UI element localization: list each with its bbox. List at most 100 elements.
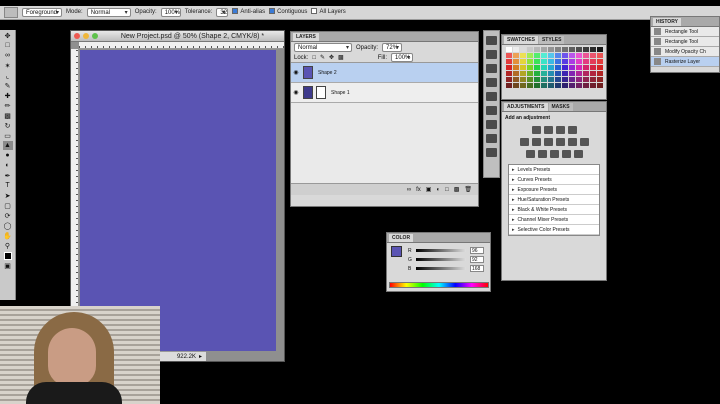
- history-state[interactable]: Modify Opacity Ch: [651, 47, 719, 57]
- color-swatch[interactable]: [569, 59, 575, 64]
- tab-layers[interactable]: LAYERS: [293, 33, 319, 41]
- layer-opacity-field[interactable]: 72%: [382, 43, 403, 52]
- lock-position-icon[interactable]: ✥: [329, 54, 334, 61]
- color-swatch[interactable]: [520, 47, 526, 52]
- color-swatch[interactable]: [534, 65, 540, 70]
- 3d-rotate-tool-icon[interactable]: ⟳: [3, 211, 13, 220]
- color-swatch[interactable]: [590, 83, 596, 88]
- color-swatch[interactable]: [555, 59, 561, 64]
- color-swatch[interactable]: [597, 59, 603, 64]
- layer-row-shape-1[interactable]: ◉ Shape 1: [291, 83, 478, 103]
- color-spectrum-bar[interactable]: [389, 282, 489, 288]
- color-swatch[interactable]: [569, 53, 575, 58]
- invert-icon[interactable]: [525, 150, 535, 158]
- color-swatch[interactable]: [534, 53, 540, 58]
- color-swatch[interactable]: [576, 59, 582, 64]
- shape-tool-icon[interactable]: ▢: [3, 201, 13, 210]
- paint-bucket-icon[interactable]: [4, 7, 18, 18]
- color-swatch[interactable]: [576, 53, 582, 58]
- color-swatch[interactable]: [562, 47, 568, 52]
- opacity-field[interactable]: 100%: [160, 8, 181, 17]
- lock-pixels-icon[interactable]: ✎: [320, 54, 325, 61]
- contiguous-checkbox[interactable]: [269, 8, 276, 15]
- eyedropper-tool-icon[interactable]: ✎: [3, 81, 13, 90]
- color-swatch[interactable]: [506, 47, 512, 52]
- expand-arrow-icon[interactable]: ▸: [512, 197, 515, 203]
- new-layer-icon[interactable]: ▩: [454, 186, 460, 193]
- pen-tool-icon[interactable]: ✒: [3, 171, 13, 180]
- horizontal-ruler[interactable]: [79, 42, 284, 49]
- color-swatch[interactable]: [520, 71, 526, 76]
- color-swatch[interactable]: [506, 83, 512, 88]
- color-swatch[interactable]: [576, 65, 582, 70]
- zoom-tool-icon[interactable]: ⚲: [3, 241, 13, 250]
- color-swatch[interactable]: [569, 77, 575, 82]
- blue-slider[interactable]: [416, 267, 466, 270]
- color-swatch[interactable]: [534, 59, 540, 64]
- tab-color[interactable]: COLOR: [389, 234, 414, 242]
- color-swatch[interactable]: [562, 65, 568, 70]
- color-swatch[interactable]: [527, 53, 533, 58]
- layer-row-shape-2[interactable]: ◉ Shape 2: [291, 63, 478, 83]
- brushes-icon[interactable]: [486, 78, 497, 87]
- color-swatch[interactable]: [527, 83, 533, 88]
- color-swatch[interactable]: [555, 77, 561, 82]
- add-mask-icon[interactable]: ▣: [426, 186, 432, 193]
- brush-tool-icon[interactable]: ✏: [3, 101, 13, 110]
- channel-mixer-icon[interactable]: [579, 138, 589, 146]
- color-swatch[interactable]: [569, 83, 575, 88]
- history-state-current[interactable]: Rasterize Layer: [651, 57, 719, 67]
- red-value-field[interactable]: 96: [470, 247, 484, 254]
- quick-mask-icon[interactable]: ▣: [3, 261, 13, 270]
- color-swatch[interactable]: [590, 65, 596, 70]
- brightness-contrast-icon[interactable]: [531, 126, 541, 134]
- expand-arrow-icon[interactable]: ▸: [512, 207, 515, 213]
- color-swatch[interactable]: [555, 65, 561, 70]
- minimize-window-icon[interactable]: [83, 33, 89, 39]
- marquee-tool-icon[interactable]: □: [3, 41, 13, 50]
- color-swatch[interactable]: [583, 53, 589, 58]
- hue-saturation-icon[interactable]: [531, 138, 541, 146]
- color-swatch[interactable]: [548, 83, 554, 88]
- color-swatch[interactable]: [534, 71, 540, 76]
- color-swatch[interactable]: [534, 83, 540, 88]
- color-swatch[interactable]: [583, 71, 589, 76]
- zoom-window-icon[interactable]: [92, 33, 98, 39]
- history-brush-tool-icon[interactable]: ↻: [3, 121, 13, 130]
- expand-arrow-icon[interactable]: ▸: [512, 227, 515, 233]
- color-swatch[interactable]: [527, 77, 533, 82]
- black-white-icon[interactable]: [555, 138, 565, 146]
- color-swatch[interactable]: [555, 53, 561, 58]
- exposure-icon[interactable]: [567, 126, 577, 134]
- all-layers-option[interactable]: All Layers: [311, 8, 346, 17]
- color-swatch[interactable]: [506, 71, 512, 76]
- fill-source-dropdown[interactable]: Foreground: [22, 8, 62, 17]
- color-balance-icon[interactable]: [543, 138, 553, 146]
- navigator-icon[interactable]: [486, 36, 497, 45]
- color-swatch[interactable]: [527, 65, 533, 70]
- color-swatch[interactable]: [555, 71, 561, 76]
- type-tool-icon[interactable]: T: [3, 181, 13, 190]
- blue-value-field[interactable]: 168: [470, 265, 484, 272]
- history-state[interactable]: Rectangle Tool: [651, 37, 719, 47]
- tab-masks[interactable]: MASKS: [548, 103, 573, 111]
- dodge-tool-icon[interactable]: ◐: [3, 161, 13, 170]
- color-swatch[interactable]: [583, 83, 589, 88]
- paint-bucket-tool-icon[interactable]: ▲: [2, 141, 13, 150]
- foreground-color-chip[interactable]: [391, 246, 402, 257]
- blend-mode-dropdown[interactable]: Normal: [294, 43, 352, 52]
- selective-color-icon[interactable]: [573, 150, 583, 158]
- gradient-map-icon[interactable]: [561, 150, 571, 158]
- close-window-icon[interactable]: [74, 33, 80, 39]
- color-swatch[interactable]: [520, 83, 526, 88]
- color-swatch[interactable]: [562, 77, 568, 82]
- photo-filter-icon[interactable]: [567, 138, 577, 146]
- quick-select-tool-icon[interactable]: ✶: [3, 61, 13, 70]
- color-swatch[interactable]: [562, 53, 568, 58]
- color-swatch[interactable]: [548, 47, 554, 52]
- color-swatch[interactable]: [576, 47, 582, 52]
- tab-styles[interactable]: STYLES: [538, 36, 565, 44]
- expand-arrow-icon[interactable]: ▸: [512, 187, 515, 193]
- color-swatch[interactable]: [590, 71, 596, 76]
- color-swatch[interactable]: [569, 65, 575, 70]
